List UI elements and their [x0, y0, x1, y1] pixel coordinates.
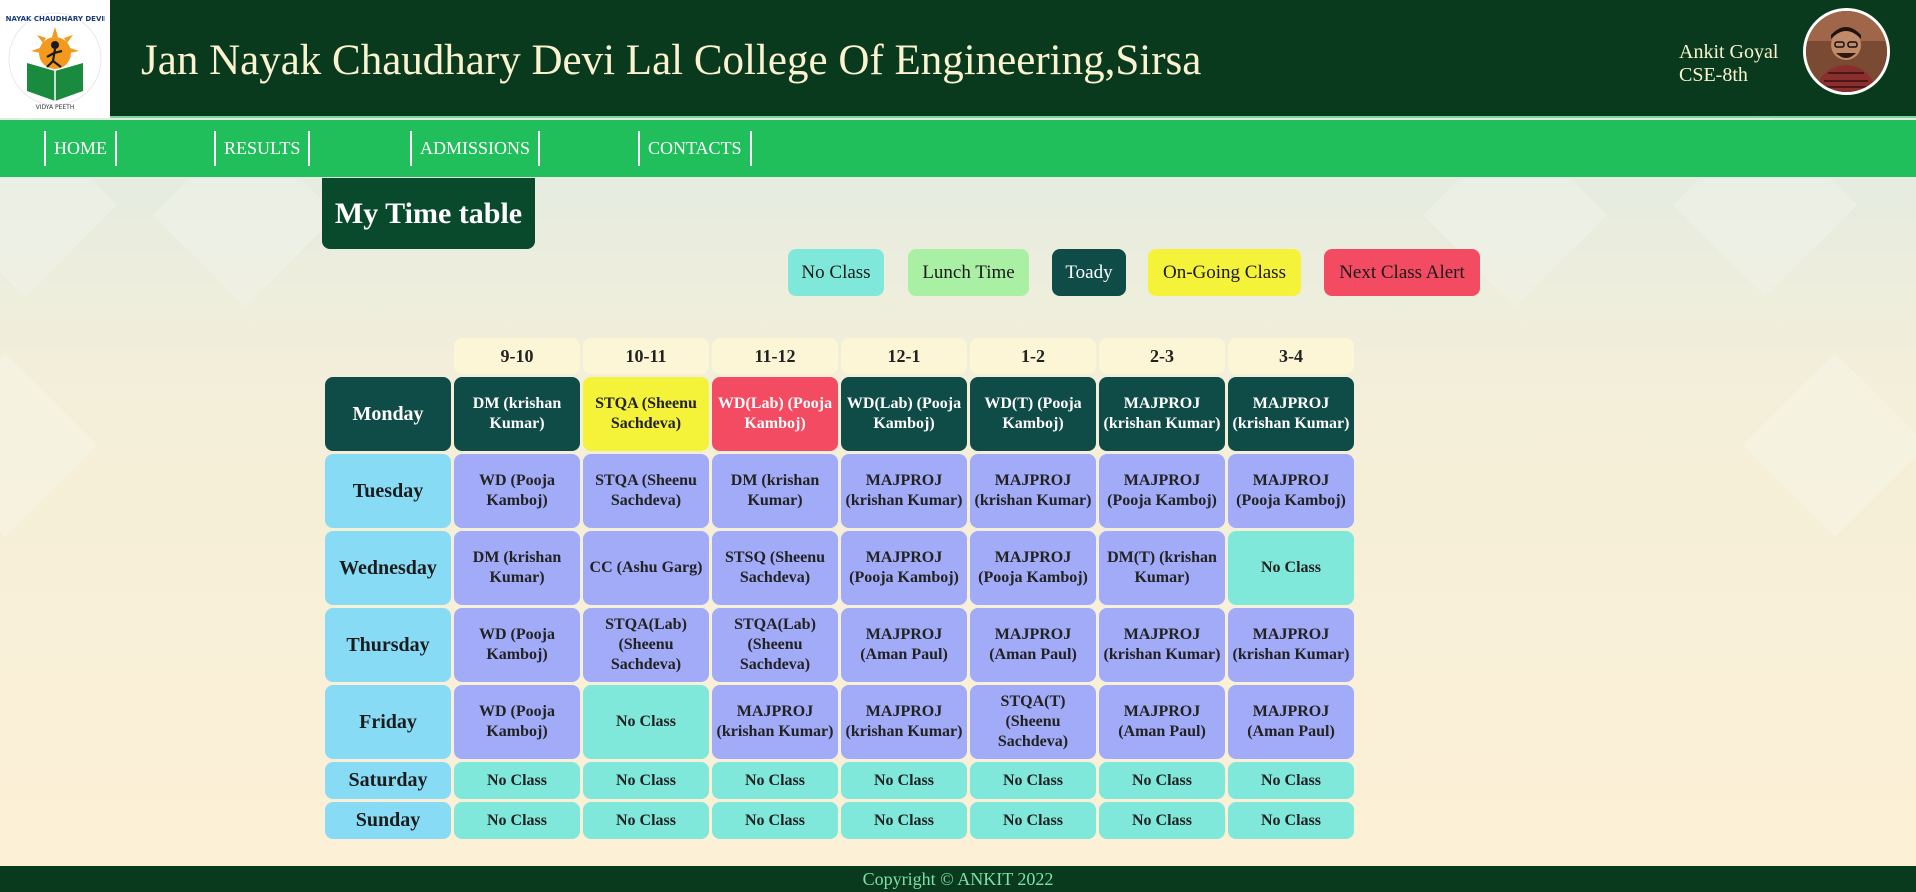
user-class: CSE-8th — [1679, 64, 1748, 86]
class-cell: No Class — [1228, 531, 1354, 605]
class-cell: MAJPROJ (krishan Kumar) — [841, 454, 967, 528]
time-header: 12-1 — [841, 338, 967, 374]
legend-ongoing-class: On-Going Class — [1148, 249, 1301, 296]
nav-contacts[interactable]: CONTACTS — [638, 131, 752, 166]
class-cell: No Class — [454, 762, 580, 799]
class-cell: No Class — [583, 802, 709, 839]
class-cell: MAJPROJ (Pooja Kamboj) — [841, 531, 967, 605]
day-label: Tuesday — [325, 454, 451, 528]
class-cell: WD (Pooja Kamboj) — [454, 454, 580, 528]
class-cell: MAJPROJ (krishan Kumar) — [841, 685, 967, 759]
day-label: Saturday — [325, 762, 451, 799]
class-cell: No Class — [1228, 762, 1354, 799]
class-cell: DM (krishan Kumar) — [712, 454, 838, 528]
table-row: Saturday No Class No Class No Class No C… — [325, 762, 1354, 799]
avatar[interactable] — [1803, 8, 1890, 95]
svg-text:VIDYA PEETH: VIDYA PEETH — [36, 104, 75, 111]
timetable-header-row: 9-10 10-11 11-12 12-1 1-2 2-3 3-4 — [325, 338, 1354, 374]
table-row: Wednesday DM (krishan Kumar) CC (Ashu Ga… — [325, 531, 1354, 605]
class-cell: No Class — [970, 802, 1096, 839]
legend-no-class: No Class — [788, 249, 884, 296]
table-row: Thursday WD (Pooja Kamboj) STQA(Lab) (Sh… — [325, 608, 1354, 682]
class-cell: DM (krishan Kumar) — [454, 377, 580, 451]
class-cell: MAJPROJ (krishan Kumar) — [1228, 377, 1354, 451]
college-logo[interactable]: JANNAYAK CHAUDHARY DEVILAL VIDYA PEETH — [0, 0, 110, 118]
class-cell: STQA(T) (Sheenu Sachdeva) — [970, 685, 1096, 759]
svg-text:JANNAYAK CHAUDHARY DEVILAL: JANNAYAK CHAUDHARY DEVILAL — [5, 15, 105, 23]
class-cell: MAJPROJ (Pooja Kamboj) — [1228, 454, 1354, 528]
time-header: 1-2 — [970, 338, 1096, 374]
site-header: JANNAYAK CHAUDHARY DEVILAL VIDYA PEETH J… — [0, 0, 1916, 118]
class-cell: WD(Lab) (Pooja Kamboj) — [841, 377, 967, 451]
class-cell: WD (Pooja Kamboj) — [454, 608, 580, 682]
day-label: Friday — [325, 685, 451, 759]
copyright-text: Copyright © ANKIT 2022 — [862, 868, 1054, 889]
class-cell: STQA (Sheenu Sachdeva) — [583, 454, 709, 528]
class-cell: WD (Pooja Kamboj) — [454, 685, 580, 759]
class-cell: CC (Ashu Garg) — [583, 531, 709, 605]
day-label: Sunday — [325, 802, 451, 839]
nav-results[interactable]: RESULTS — [214, 131, 311, 166]
table-row: Sunday No Class No Class No Class No Cla… — [325, 802, 1354, 839]
page-title: My Time table — [322, 178, 535, 249]
time-header: 9-10 — [454, 338, 580, 374]
main-nav: HOME RESULTS ADMISSIONS CONTACTS — [0, 120, 1916, 177]
class-cell: No Class — [583, 762, 709, 799]
class-cell: No Class — [583, 685, 709, 759]
timetable: 9-10 10-11 11-12 12-1 1-2 2-3 3-4 Monday… — [322, 335, 1357, 842]
class-cell: No Class — [970, 762, 1096, 799]
class-cell: DM (krishan Kumar) — [454, 531, 580, 605]
class-cell: No Class — [1228, 802, 1354, 839]
class-cell: MAJPROJ (Pooja Kamboj) — [1099, 454, 1225, 528]
user-info: Ankit Goyal CSE-8th — [1679, 41, 1778, 87]
class-cell: STQA(Lab) (Sheenu Sachdeva) — [712, 608, 838, 682]
day-label: Monday — [325, 377, 451, 451]
class-cell: WD(Lab) (Pooja Kamboj) — [712, 377, 838, 451]
table-row: Friday WD (Pooja Kamboj) No Class MAJPRO… — [325, 685, 1354, 759]
class-cell: No Class — [454, 802, 580, 839]
time-header: 11-12 — [712, 338, 838, 374]
class-cell: MAJPROJ (krishan Kumar) — [1228, 608, 1354, 682]
legend-next-class-alert: Next Class Alert — [1324, 249, 1480, 296]
legend-today: Toady — [1052, 249, 1126, 296]
day-label: Thursday — [325, 608, 451, 682]
class-cell: MAJPROJ (krishan Kumar) — [1099, 608, 1225, 682]
class-cell: STSQ (Sheenu Sachdeva) — [712, 531, 838, 605]
class-cell: MAJPROJ (Aman Paul) — [841, 608, 967, 682]
class-cell: MAJPROJ (Aman Paul) — [970, 608, 1096, 682]
nav-home[interactable]: HOME — [44, 131, 117, 166]
class-cell: No Class — [712, 802, 838, 839]
class-cell: WD(T) (Pooja Kamboj) — [970, 377, 1096, 451]
class-cell: No Class — [1099, 802, 1225, 839]
class-cell: MAJPROJ (krishan Kumar) — [1099, 377, 1225, 451]
class-cell: STQA (Sheenu Sachdeva) — [583, 377, 709, 451]
footer: Copyright © ANKIT 2022 — [0, 866, 1916, 892]
table-row: Monday DM (krishan Kumar) STQA (Sheenu S… — [325, 377, 1354, 451]
class-cell: No Class — [841, 762, 967, 799]
college-title: Jan Nayak Chaudhary Devi Lal College Of … — [141, 37, 1202, 84]
class-cell: MAJPROJ (Aman Paul) — [1099, 685, 1225, 759]
table-row: Tuesday WD (Pooja Kamboj) STQA (Sheenu S… — [325, 454, 1354, 528]
class-cell: MAJPROJ (Aman Paul) — [1228, 685, 1354, 759]
class-cell: DM(T) (krishan Kumar) — [1099, 531, 1225, 605]
class-cell: No Class — [841, 802, 967, 839]
time-header: 3-4 — [1228, 338, 1354, 374]
legend-lunch-time: Lunch Time — [908, 249, 1029, 296]
nav-admissions[interactable]: ADMISSIONS — [410, 131, 541, 166]
class-cell: MAJPROJ (krishan Kumar) — [712, 685, 838, 759]
class-cell: No Class — [712, 762, 838, 799]
timetable-corner — [325, 338, 451, 374]
class-cell: STQA(Lab) (Sheenu Sachdeva) — [583, 608, 709, 682]
day-label: Wednesday — [325, 531, 451, 605]
class-cell: MAJPROJ (krishan Kumar) — [970, 454, 1096, 528]
class-cell: No Class — [1099, 762, 1225, 799]
time-header: 2-3 — [1099, 338, 1225, 374]
class-cell: MAJPROJ (Pooja Kamboj) — [970, 531, 1096, 605]
user-name: Ankit Goyal — [1679, 41, 1779, 63]
time-header: 10-11 — [583, 338, 709, 374]
